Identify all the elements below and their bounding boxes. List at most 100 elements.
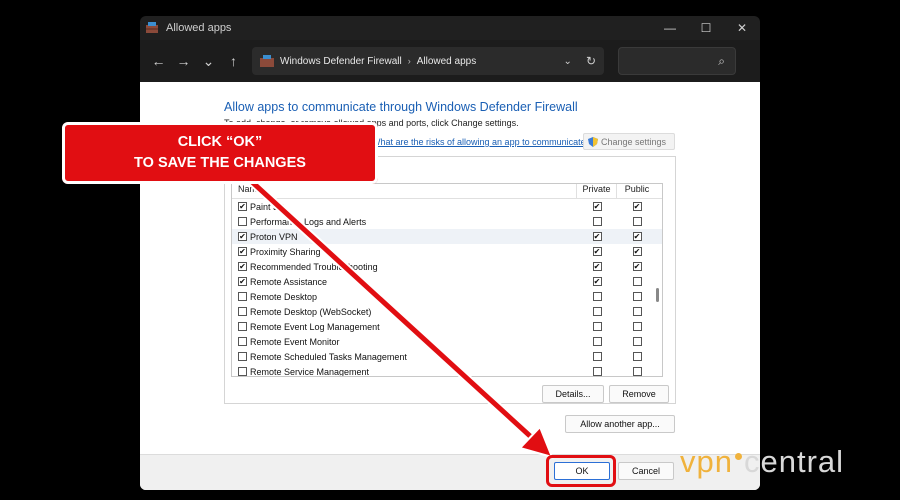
callout-line-2: TO SAVE THE CHANGES xyxy=(134,155,306,171)
minimize-button[interactable]: — xyxy=(652,16,688,40)
table-row[interactable]: Remote Event Log Management xyxy=(232,319,662,334)
details-button[interactable]: Details... xyxy=(542,385,604,403)
table-row[interactable]: ✔ Proximity Sharing ✔ ✔ xyxy=(232,244,662,259)
logo-dot xyxy=(734,452,742,460)
list-scrollbar[interactable] xyxy=(656,288,659,302)
app-name: Remote Assistance xyxy=(250,276,328,287)
table-row[interactable]: Remote Event Monitor xyxy=(232,334,662,349)
app-enabled-checkbox[interactable]: ✔ xyxy=(238,247,247,256)
change-settings-button[interactable]: Change settings xyxy=(583,133,675,150)
public-checkbox[interactable] xyxy=(632,322,642,331)
up-arrow-icon[interactable]: ↑ xyxy=(221,48,246,74)
apps-list[interactable]: Name Private Public ✔ Paint 3D ✔ ✔ Performan… xyxy=(231,183,663,377)
shield-icon xyxy=(588,136,598,147)
breadcrumb-item-allowed-apps[interactable]: Allowed apps xyxy=(417,56,476,67)
firewall-icon xyxy=(146,22,158,33)
app-name: Remote Desktop xyxy=(250,291,318,302)
app-enabled-checkbox[interactable] xyxy=(238,217,247,226)
risks-link[interactable]: What are the risks of allowing an app to… xyxy=(372,137,591,147)
private-checkbox[interactable] xyxy=(592,367,602,376)
private-checkbox[interactable]: ✔ xyxy=(592,202,602,211)
private-checkbox[interactable] xyxy=(592,292,602,301)
table-row[interactable]: Remote Desktop xyxy=(232,289,662,304)
table-row[interactable]: ✔ Recommended Troubleshooting ✔ ✔ xyxy=(232,259,662,274)
app-name: Remote Service Management xyxy=(250,366,370,377)
private-checkbox[interactable] xyxy=(592,337,602,346)
private-checkbox[interactable] xyxy=(592,322,602,331)
maximize-button[interactable]: ☐ xyxy=(688,16,724,40)
app-enabled-checkbox[interactable] xyxy=(238,337,247,346)
vpncentral-logo: vpn central xyxy=(680,440,886,484)
app-name: Proton VPN xyxy=(250,231,298,242)
public-checkbox[interactable]: ✔ xyxy=(632,232,642,241)
public-checkbox[interactable] xyxy=(632,292,642,301)
public-checkbox[interactable] xyxy=(632,337,642,346)
app-enabled-checkbox[interactable]: ✔ xyxy=(238,277,247,286)
public-checkbox[interactable]: ✔ xyxy=(632,262,642,271)
firewall-icon xyxy=(260,55,274,67)
window-title: Allowed apps xyxy=(166,22,232,34)
cancel-button[interactable]: Cancel xyxy=(618,462,674,480)
address-bar: ← → ⌄ ↑ Windows Defender Firewall › Allo… xyxy=(140,40,760,82)
app-name: Remote Desktop (WebSocket) xyxy=(250,306,372,317)
table-row[interactable]: Remote Scheduled Tasks Management xyxy=(232,349,662,364)
logo-text-vpn: vpn xyxy=(680,444,733,479)
app-enabled-checkbox[interactable]: ✔ xyxy=(238,262,247,271)
chevron-right-icon: › xyxy=(407,56,411,66)
chevron-down-icon[interactable]: ⌄ xyxy=(564,56,572,67)
app-enabled-checkbox[interactable]: ✔ xyxy=(238,202,247,211)
column-header-public[interactable]: Public xyxy=(617,184,657,198)
private-checkbox[interactable]: ✔ xyxy=(592,277,602,286)
app-enabled-checkbox[interactable] xyxy=(238,367,247,376)
breadcrumb-item-firewall[interactable]: Windows Defender Firewall xyxy=(280,56,402,67)
table-row[interactable]: Performance Logs and Alerts xyxy=(232,214,662,229)
table-row[interactable]: ✔ Paint 3D ✔ ✔ xyxy=(232,199,662,214)
column-header-private[interactable]: Private xyxy=(577,184,617,198)
table-row[interactable]: Remote Service Management xyxy=(232,364,662,377)
public-checkbox[interactable]: ✔ xyxy=(632,202,642,211)
allow-another-app-button[interactable]: Allow another app... xyxy=(565,415,675,433)
public-checkbox[interactable] xyxy=(632,352,642,361)
app-name: Recommended Troubleshooting xyxy=(250,261,378,272)
forward-arrow-icon[interactable]: → xyxy=(171,48,196,74)
search-icon: ⌕ xyxy=(718,54,725,68)
ok-highlight-box xyxy=(546,455,616,487)
app-enabled-checkbox[interactable]: ✔ xyxy=(238,232,247,241)
private-checkbox[interactable]: ✔ xyxy=(592,247,602,256)
public-checkbox[interactable]: ✔ xyxy=(632,247,642,256)
close-button[interactable]: ✕ xyxy=(724,16,760,40)
app-enabled-checkbox[interactable] xyxy=(238,307,247,316)
private-checkbox[interactable] xyxy=(592,217,602,226)
table-row[interactable]: Remote Desktop (WebSocket) xyxy=(232,304,662,319)
private-checkbox[interactable]: ✔ xyxy=(592,262,602,271)
app-enabled-checkbox[interactable] xyxy=(238,322,247,331)
column-header-name[interactable]: Name xyxy=(232,184,577,198)
app-name: Paint 3D xyxy=(250,201,285,212)
remove-button[interactable]: Remove xyxy=(609,385,669,403)
recent-locations-icon[interactable]: ⌄ xyxy=(196,48,221,74)
app-name: Performance Logs and Alerts xyxy=(250,216,367,227)
table-row[interactable]: ✔ Remote Assistance ✔ xyxy=(232,274,662,289)
app-name: Remote Event Log Management xyxy=(250,321,380,332)
back-arrow-icon[interactable]: ← xyxy=(146,48,171,74)
search-input[interactable]: ⌕ xyxy=(618,47,736,75)
app-name: Remote Scheduled Tasks Management xyxy=(250,351,407,362)
private-checkbox[interactable]: ✔ xyxy=(592,232,602,241)
public-checkbox[interactable] xyxy=(632,277,642,286)
app-name: Remote Event Monitor xyxy=(250,336,340,347)
breadcrumb[interactable]: Windows Defender Firewall › Allowed apps… xyxy=(252,47,604,75)
refresh-icon[interactable]: ↻ xyxy=(586,54,596,68)
app-enabled-checkbox[interactable] xyxy=(238,292,247,301)
private-checkbox[interactable] xyxy=(592,307,602,316)
table-row[interactable]: ✔ Proton VPN ✔ ✔ xyxy=(232,229,662,244)
private-checkbox[interactable] xyxy=(592,352,602,361)
app-name: Proximity Sharing xyxy=(250,246,321,257)
public-checkbox[interactable] xyxy=(632,217,642,226)
callout-line-1: CLICK “OK” xyxy=(177,134,263,150)
instruction-callout: CLICK “OK” TO SAVE THE CHANGES xyxy=(62,122,378,184)
logo-text-central: central xyxy=(743,444,845,479)
list-header: Name Private Public xyxy=(232,184,662,199)
public-checkbox[interactable] xyxy=(632,367,642,376)
public-checkbox[interactable] xyxy=(632,307,642,316)
app-enabled-checkbox[interactable] xyxy=(238,352,247,361)
